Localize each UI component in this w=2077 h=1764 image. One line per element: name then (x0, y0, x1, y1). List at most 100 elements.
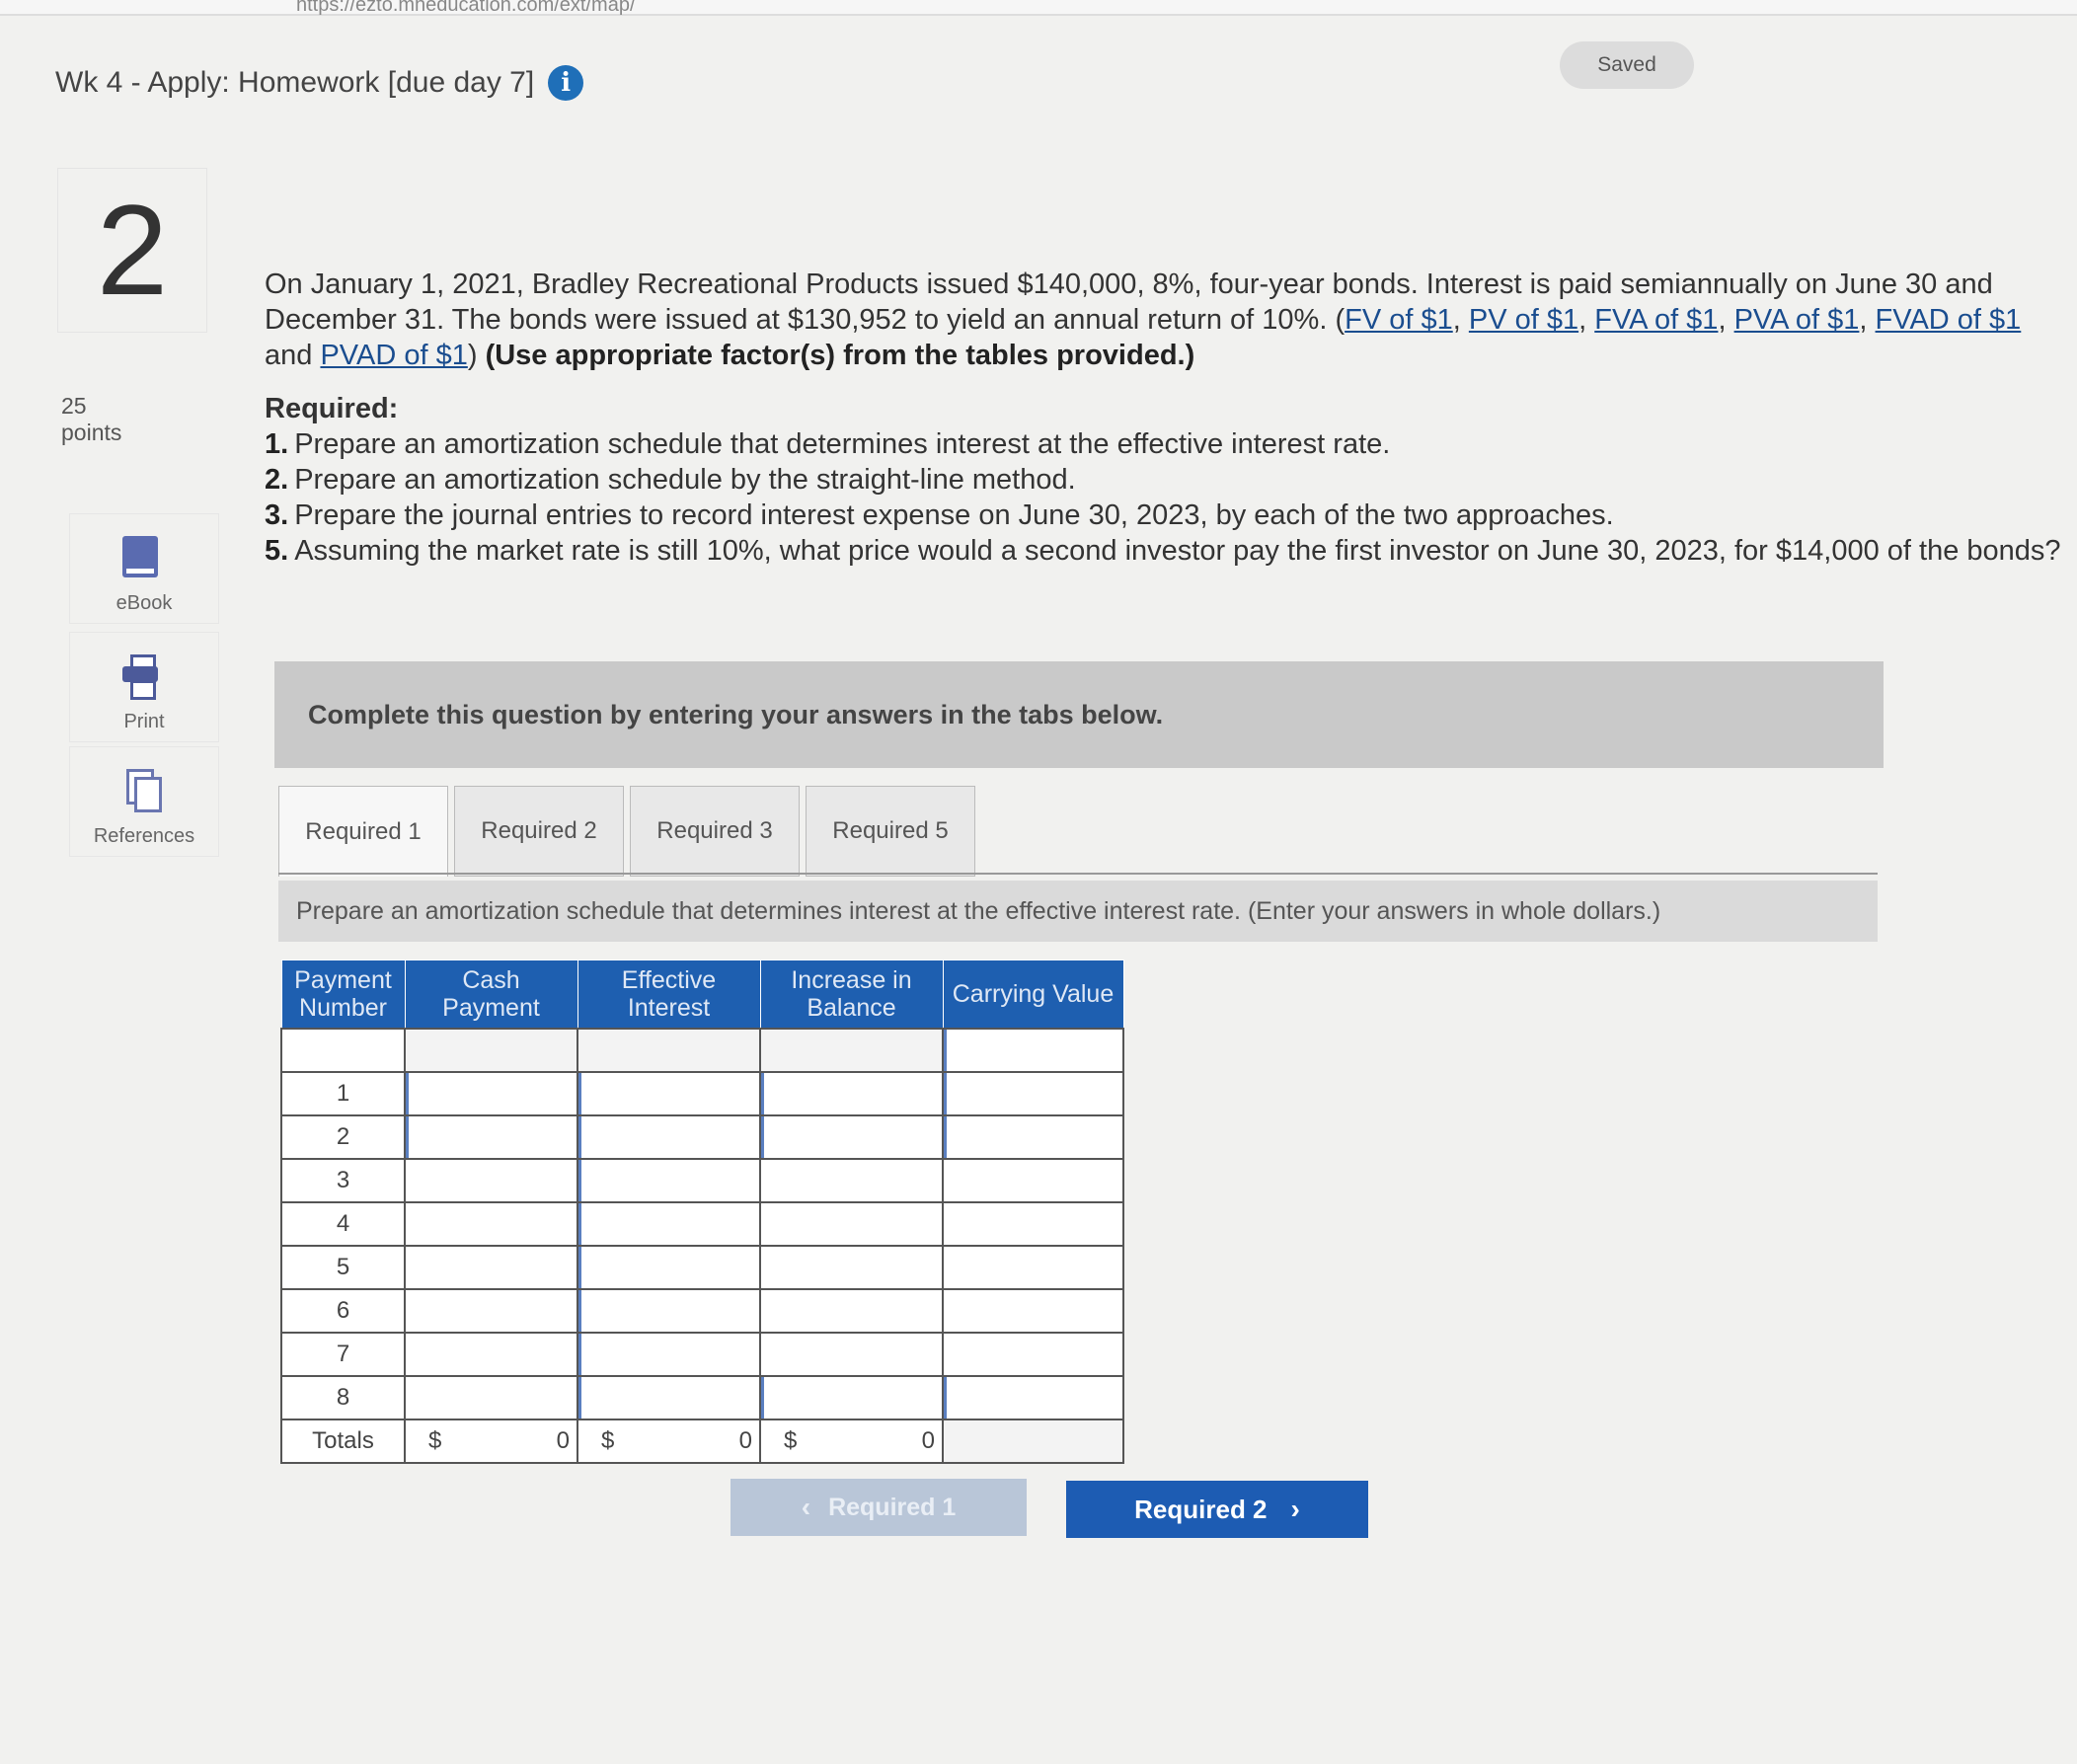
previous-tab-button[interactable]: ‹ Required 1 (731, 1479, 1027, 1536)
carrying-value-input[interactable] (942, 1288, 1124, 1334)
printer-icon (122, 654, 158, 700)
carrying-value-input[interactable] (942, 1028, 1124, 1073)
effective-interest-total: $0 (577, 1419, 761, 1464)
col-effective-interest: Effective Interest (577, 959, 761, 1030)
cash-payment-input[interactable] (404, 1158, 578, 1203)
carrying-value-input[interactable] (942, 1375, 1124, 1420)
tab-required-5[interactable]: Required 5 (806, 786, 975, 877)
effective-interest-input[interactable] (577, 1245, 761, 1290)
next-tab-button[interactable]: Required 2 › (1066, 1481, 1368, 1538)
cash-payment-input[interactable] (404, 1375, 578, 1420)
assignment-title-bar: Wk 4 - Apply: Homework [due day 7] i (55, 65, 584, 101)
totals-label: Totals (280, 1419, 406, 1464)
requirement-item: 3. Prepare the journal entries to record … (265, 499, 1614, 531)
cash-payment-input[interactable] (404, 1288, 578, 1334)
effective-interest-input[interactable] (577, 1375, 761, 1420)
cash-payment-input[interactable] (404, 1201, 578, 1247)
pva-table-link[interactable]: PVA of $1 (1734, 304, 1860, 336)
url-text: https://ezto.mheducation.com/ext/map/ (296, 0, 636, 16)
carrying-value-input[interactable] (942, 1201, 1124, 1247)
ebook-label: eBook (115, 592, 173, 614)
print-button[interactable]: Print (69, 632, 219, 742)
references-label: References (93, 825, 195, 847)
pv-table-link[interactable]: PV of $1 (1469, 304, 1578, 336)
payment-number: 6 (280, 1288, 406, 1334)
pvad-table-link[interactable]: PVAD of $1 (320, 340, 467, 371)
question-number: 2 (57, 168, 207, 333)
points-display: 25 points (61, 393, 121, 446)
table-row: 8 (280, 1375, 1124, 1420)
cash-payment-input[interactable] (404, 1071, 578, 1116)
table-header-row: Payment Number Cash Payment Effective Inter… (280, 959, 1124, 1030)
cash-payment-input[interactable] (404, 1114, 578, 1160)
requirement-tabs: Required 1 Required 2 Required 3 Require… (278, 786, 981, 877)
print-label: Print (123, 711, 165, 732)
cash-payment-input[interactable] (404, 1332, 578, 1377)
tab-instruction: Prepare an amortization schedule that de… (278, 881, 1878, 942)
increase-balance-input[interactable] (759, 1114, 944, 1160)
table-row: 7 (280, 1332, 1124, 1377)
payment-number: 8 (280, 1375, 406, 1420)
increase-balance-input[interactable] (759, 1158, 944, 1203)
carrying-value-input[interactable] (942, 1245, 1124, 1290)
previous-tab-label: Required 1 (828, 1493, 957, 1521)
payment-number: 4 (280, 1201, 406, 1247)
table-row: 4 (280, 1201, 1124, 1247)
fvad-table-link[interactable]: FVAD of $1 (1876, 304, 2022, 336)
carrying-value-input[interactable] (942, 1114, 1124, 1160)
table-totals-row: Totals $0 $0 $0 (280, 1419, 1124, 1464)
effective-interest-input[interactable] (577, 1332, 761, 1377)
col-increase-in-balance: Increase in Balance (759, 959, 944, 1030)
complete-banner: Complete this question by entering your … (274, 661, 1884, 768)
increase-balance-input[interactable] (759, 1332, 944, 1377)
effective-interest-input[interactable] (577, 1071, 761, 1116)
effective-interest-input[interactable] (577, 1158, 761, 1203)
browser-url-bar[interactable]: https://ezto.mheducation.com/ext/map/ (0, 0, 2077, 16)
requirement-item: 2. Prepare an amortization schedule by th… (265, 464, 1076, 496)
fva-table-link[interactable]: FVA of $1 (1594, 304, 1718, 336)
table-row: 6 (280, 1288, 1124, 1334)
table-row-initial (280, 1028, 1124, 1073)
tab-divider (278, 873, 1878, 875)
payment-number: 5 (280, 1245, 406, 1290)
table-row: 5 (280, 1245, 1124, 1290)
cash-payment-input[interactable] (404, 1245, 578, 1290)
carrying-value-input[interactable] (942, 1071, 1124, 1116)
fv-table-link[interactable]: FV of $1 (1345, 304, 1453, 336)
increase-balance-input[interactable] (759, 1071, 944, 1116)
payment-number: 2 (280, 1114, 406, 1160)
increase-balance-input[interactable] (759, 1201, 944, 1247)
payment-number: 7 (280, 1332, 406, 1377)
effective-interest-input[interactable] (577, 1288, 761, 1334)
col-payment-number: Payment Number (280, 959, 406, 1030)
requirements-list: 1. Prepare an amortization schedule that … (265, 426, 2061, 569)
chevron-left-icon: ‹ (801, 1492, 811, 1522)
effective-interest-input[interactable] (577, 1114, 761, 1160)
table-row: 2 (280, 1114, 1124, 1160)
carrying-value-input[interactable] (942, 1332, 1124, 1377)
payment-number: 1 (280, 1071, 406, 1116)
info-icon[interactable]: i (548, 65, 584, 101)
tab-required-1[interactable]: Required 1 (278, 786, 448, 877)
tab-required-2[interactable]: Required 2 (454, 786, 624, 877)
tab-required-3[interactable]: Required 3 (630, 786, 800, 877)
problem-statement: On January 1, 2021, Bradley Recreational… (265, 267, 2061, 569)
requirement-item: 5. Assuming the market rate is still 10%,… (265, 535, 2061, 567)
increase-balance-input[interactable] (759, 1245, 944, 1290)
increase-balance-input[interactable] (759, 1375, 944, 1420)
references-button[interactable]: References (69, 746, 219, 857)
chevron-right-icon: › (1290, 1494, 1300, 1524)
table-row: 3 (280, 1158, 1124, 1203)
col-carrying-value: Carrying Value (942, 959, 1124, 1030)
amortization-table: Payment Number Cash Payment Effective Inter… (280, 959, 1124, 1464)
ebook-button[interactable]: eBook (69, 513, 219, 624)
factor-instruction: (Use appropriate factor(s) from the tabl… (485, 340, 1195, 371)
points-label: points (61, 420, 122, 445)
problem-text: On January 1, 2021, Bradley Recreational… (265, 268, 2022, 371)
increase-balance-total: $0 (759, 1419, 944, 1464)
effective-interest-input[interactable] (577, 1201, 761, 1247)
cash-payment-total: $0 (404, 1419, 578, 1464)
assignment-title: Wk 4 - Apply: Homework [due day 7] (55, 66, 535, 99)
carrying-value-input[interactable] (942, 1158, 1124, 1203)
increase-balance-input[interactable] (759, 1288, 944, 1334)
